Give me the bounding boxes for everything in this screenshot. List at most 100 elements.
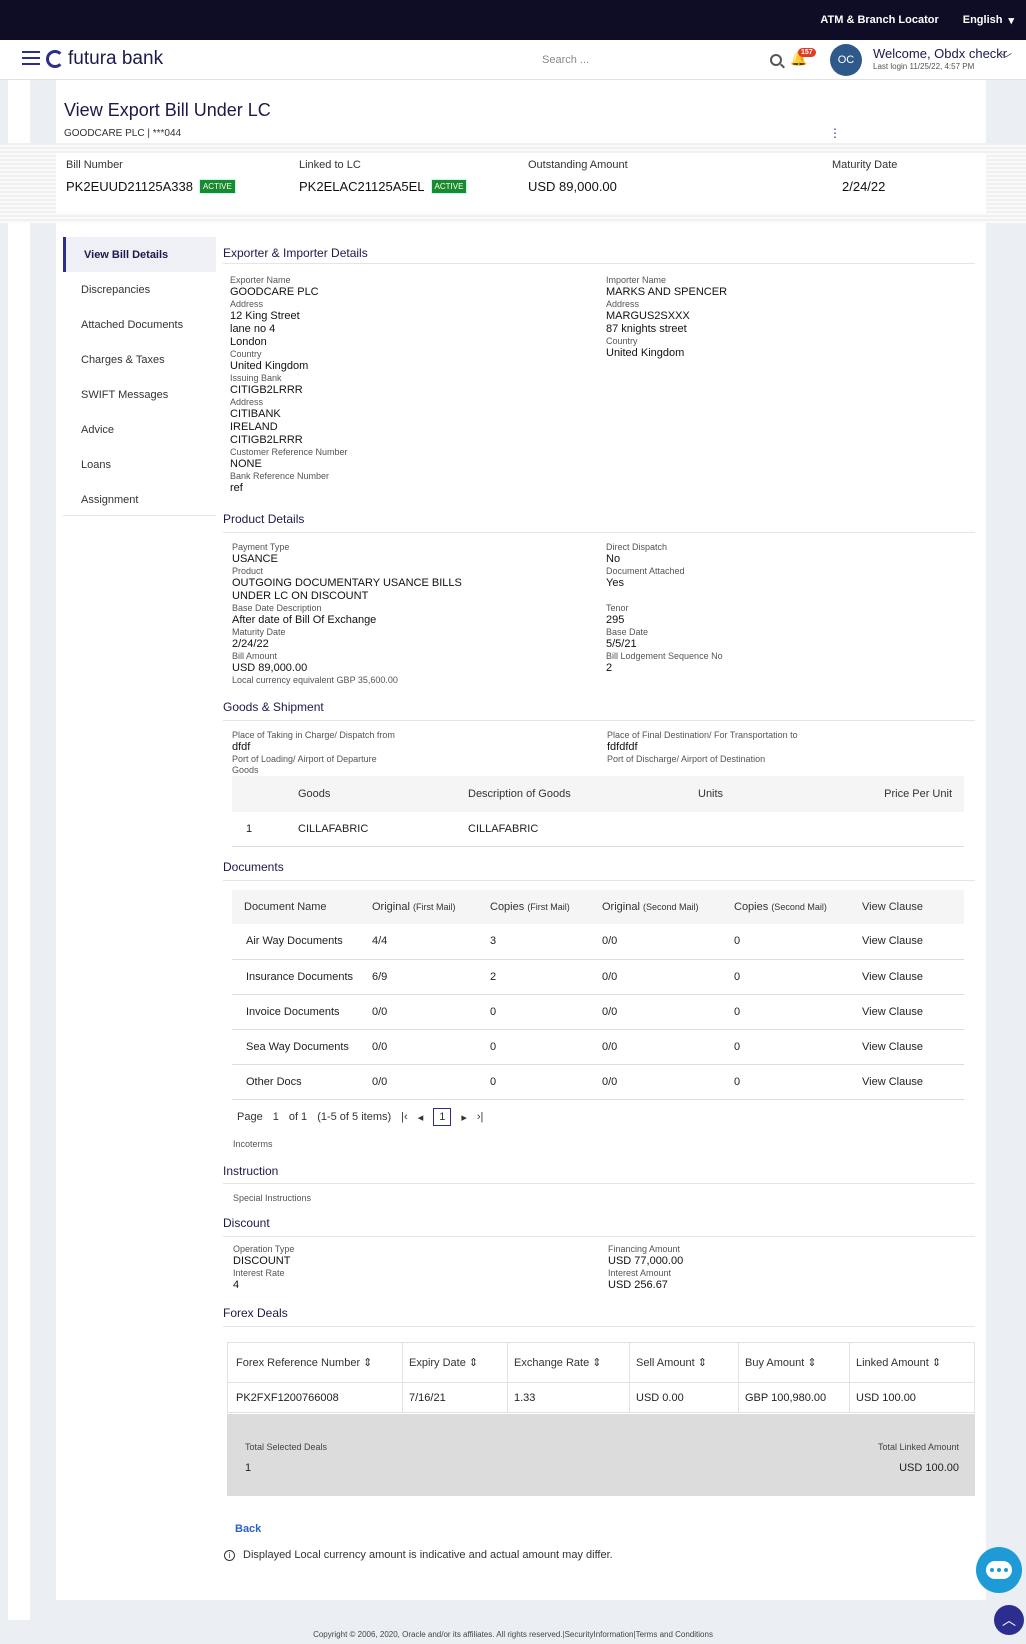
view-clause-link[interactable]: View Clause [862, 959, 964, 994]
cell: 2 [490, 970, 497, 983]
search-icon[interactable] [770, 54, 782, 66]
col-price: Price Per Unit [884, 788, 952, 800]
interest-amount-value: USD 256.67 [608, 1279, 668, 1291]
status-badge: ACTIVE [198, 179, 236, 194]
outstanding-value: USD 89,000.00 [528, 179, 617, 194]
tab-charges-taxes[interactable]: Charges & Taxes [63, 342, 216, 377]
tab-assignment[interactable]: Assignment [63, 482, 216, 517]
col-description: Description of Goods [468, 788, 571, 800]
base-date-desc-label: Base Date Description [232, 603, 322, 613]
importer-address-label: Address [606, 299, 640, 309]
linked-lc-col: Linked to LC PK2ELAC21125A5EL ACTIVE [299, 159, 468, 194]
cell: 1 [246, 822, 253, 835]
user-welcome[interactable]: Welcome, Obdx checkr Last login 11/25/22… [873, 46, 1007, 71]
tab-swift-messages[interactable]: SWIFT Messages [63, 377, 216, 412]
exporter-address-line: lane no 4 [230, 323, 276, 335]
outstanding-label: Outstanding Amount [528, 159, 628, 171]
bank-ref-value: ref [230, 482, 243, 494]
cell: 0/0 [602, 1075, 618, 1088]
welcome-text: Welcome, Obdx checkr [873, 46, 1008, 61]
cell: Invoice Documents [246, 1005, 340, 1018]
sort-icon[interactable]: ⇕ [469, 1357, 478, 1369]
product-details-left: Payment Type USANCE Product OUTGOING DOC… [232, 542, 462, 686]
logo-icon [46, 50, 64, 68]
col-buy-amount[interactable]: Buy Amount ⇕ [738, 1342, 850, 1383]
dispatch-from-value: dfdf [232, 741, 251, 753]
col-units: Units [698, 788, 724, 800]
tenor-value: 295 [606, 614, 625, 626]
exporter-address-label: Address [230, 299, 264, 309]
footer: Copyright © 2006, 2020, Oracle and/or it… [313, 1630, 713, 1639]
prev-page-icon[interactable]: ◂ [418, 1111, 424, 1124]
cell: 0/0 [602, 1040, 618, 1053]
brand-name: futura bank [68, 48, 164, 69]
table-header-row: Forex Reference Number ⇕ Expiry Date ⇕ E… [227, 1342, 975, 1383]
tab-discrepancies[interactable]: Discrepancies [63, 272, 216, 307]
cell: CILLAFABRIC [468, 822, 539, 835]
next-page-icon[interactable]: ▸ [461, 1111, 467, 1124]
importer-name-value: MARKS AND SPENCER [606, 286, 728, 298]
section-divider [223, 880, 975, 881]
cell: 0 [734, 1040, 741, 1053]
col-linked-amount[interactable]: Linked Amount ⇕ [850, 1343, 975, 1383]
view-clause-link[interactable]: View Clause [862, 1029, 964, 1064]
sort-icon[interactable]: ⇕ [698, 1357, 707, 1369]
col-forex-ref[interactable]: Forex Reference Number ⇕ [227, 1342, 403, 1383]
product-value: OUTGOING DOCUMENTARY USANCE BILLS [232, 577, 462, 589]
brand-logo[interactable]: futura bank [46, 48, 163, 70]
tab-attached-documents[interactable]: Attached Documents [63, 307, 216, 342]
first-page-icon[interactable]: |‹ [401, 1111, 408, 1123]
importer-name-label: Importer Name [606, 275, 667, 285]
total-deals-label: Total Selected Deals [245, 1442, 328, 1452]
cell: 0/0 [372, 1005, 388, 1018]
forex-table: Forex Reference Number ⇕ Expiry Date ⇕ E… [227, 1342, 975, 1413]
view-clause-link[interactable]: View Clause [862, 924, 964, 959]
interest-rate-label: Interest Rate [233, 1268, 285, 1278]
back-button[interactable]: Back [235, 1523, 261, 1535]
pagination: Page 1 of 1 (1-5 of 5 items) |‹ ◂ 1 ▸ ›| [237, 1108, 483, 1126]
exporter-country-value: United Kingdom [230, 360, 309, 372]
last-page-icon[interactable]: ›| [477, 1111, 484, 1123]
chat-button[interactable] [976, 1547, 1022, 1593]
interest-rate-value: 4 [233, 1279, 240, 1291]
col-original-first-sub: (First Mail) [412, 902, 456, 912]
tab-view-bill-details[interactable]: View Bill Details [63, 237, 216, 272]
current-page-button[interactable]: 1 [433, 1108, 452, 1126]
view-clause-link[interactable]: View Clause [862, 994, 964, 1029]
view-clause-link[interactable]: View Clause [862, 1064, 964, 1099]
tab-loans[interactable]: Loans [63, 447, 216, 482]
col-linked-amount-label: Linked Amount [856, 1357, 929, 1369]
importer-address-line: 87 knights street [606, 323, 687, 335]
language-selector[interactable]: English ▾ [963, 14, 1014, 27]
goods-table: Goods Description of Goods Units Price P… [232, 776, 964, 847]
col-view-clause: View Clause [862, 901, 923, 913]
bank-address-line: IRELAND [230, 421, 278, 433]
avatar[interactable]: OC [830, 44, 862, 76]
exporter-address-line: 12 King Street [230, 310, 300, 322]
sort-icon[interactable]: ⇕ [592, 1357, 601, 1369]
col-sell-amount[interactable]: Sell Amount ⇕ [629, 1342, 739, 1383]
cell: Sea Way Documents [246, 1040, 349, 1053]
page-input[interactable]: 1 [273, 1111, 279, 1123]
sort-icon[interactable]: ⇕ [363, 1357, 372, 1369]
col-exchange-rate[interactable]: Exchange Rate ⇕ [507, 1342, 630, 1383]
notification-button[interactable]: 🔔 157 [790, 48, 816, 70]
sort-icon[interactable]: ⇕ [807, 1357, 816, 1369]
sort-icon[interactable]: ⇕ [932, 1357, 941, 1369]
maturity-label: Maturity Date [832, 159, 898, 171]
maturity-date-label: Maturity Date [232, 627, 286, 637]
maturity-value: 2/24/22 [842, 179, 886, 194]
chevron-down-icon[interactable]: ﹀ [1000, 50, 1012, 67]
document-attached-label: Document Attached [606, 566, 685, 576]
table-row[interactable]: PK2FXF1200766008 7/16/21 1.33 USD 0.00 G… [227, 1382, 975, 1413]
tab-advice[interactable]: Advice [63, 412, 216, 447]
col-expiry-date[interactable]: Expiry Date ⇕ [402, 1342, 508, 1383]
section-title-documents: Documents [223, 860, 284, 874]
atm-branch-locator-link[interactable]: ATM & Branch Locator [820, 14, 938, 26]
kebab-menu-icon[interactable]: ⋮ [829, 126, 841, 140]
shipment-right: Place of Final Destination/ For Transpor… [607, 730, 798, 765]
bank-address-line: CITIBANK [230, 408, 281, 420]
menu-icon[interactable] [22, 49, 40, 67]
base-date-value: 5/5/21 [606, 638, 637, 650]
search-input[interactable]: Search ... [542, 50, 782, 70]
